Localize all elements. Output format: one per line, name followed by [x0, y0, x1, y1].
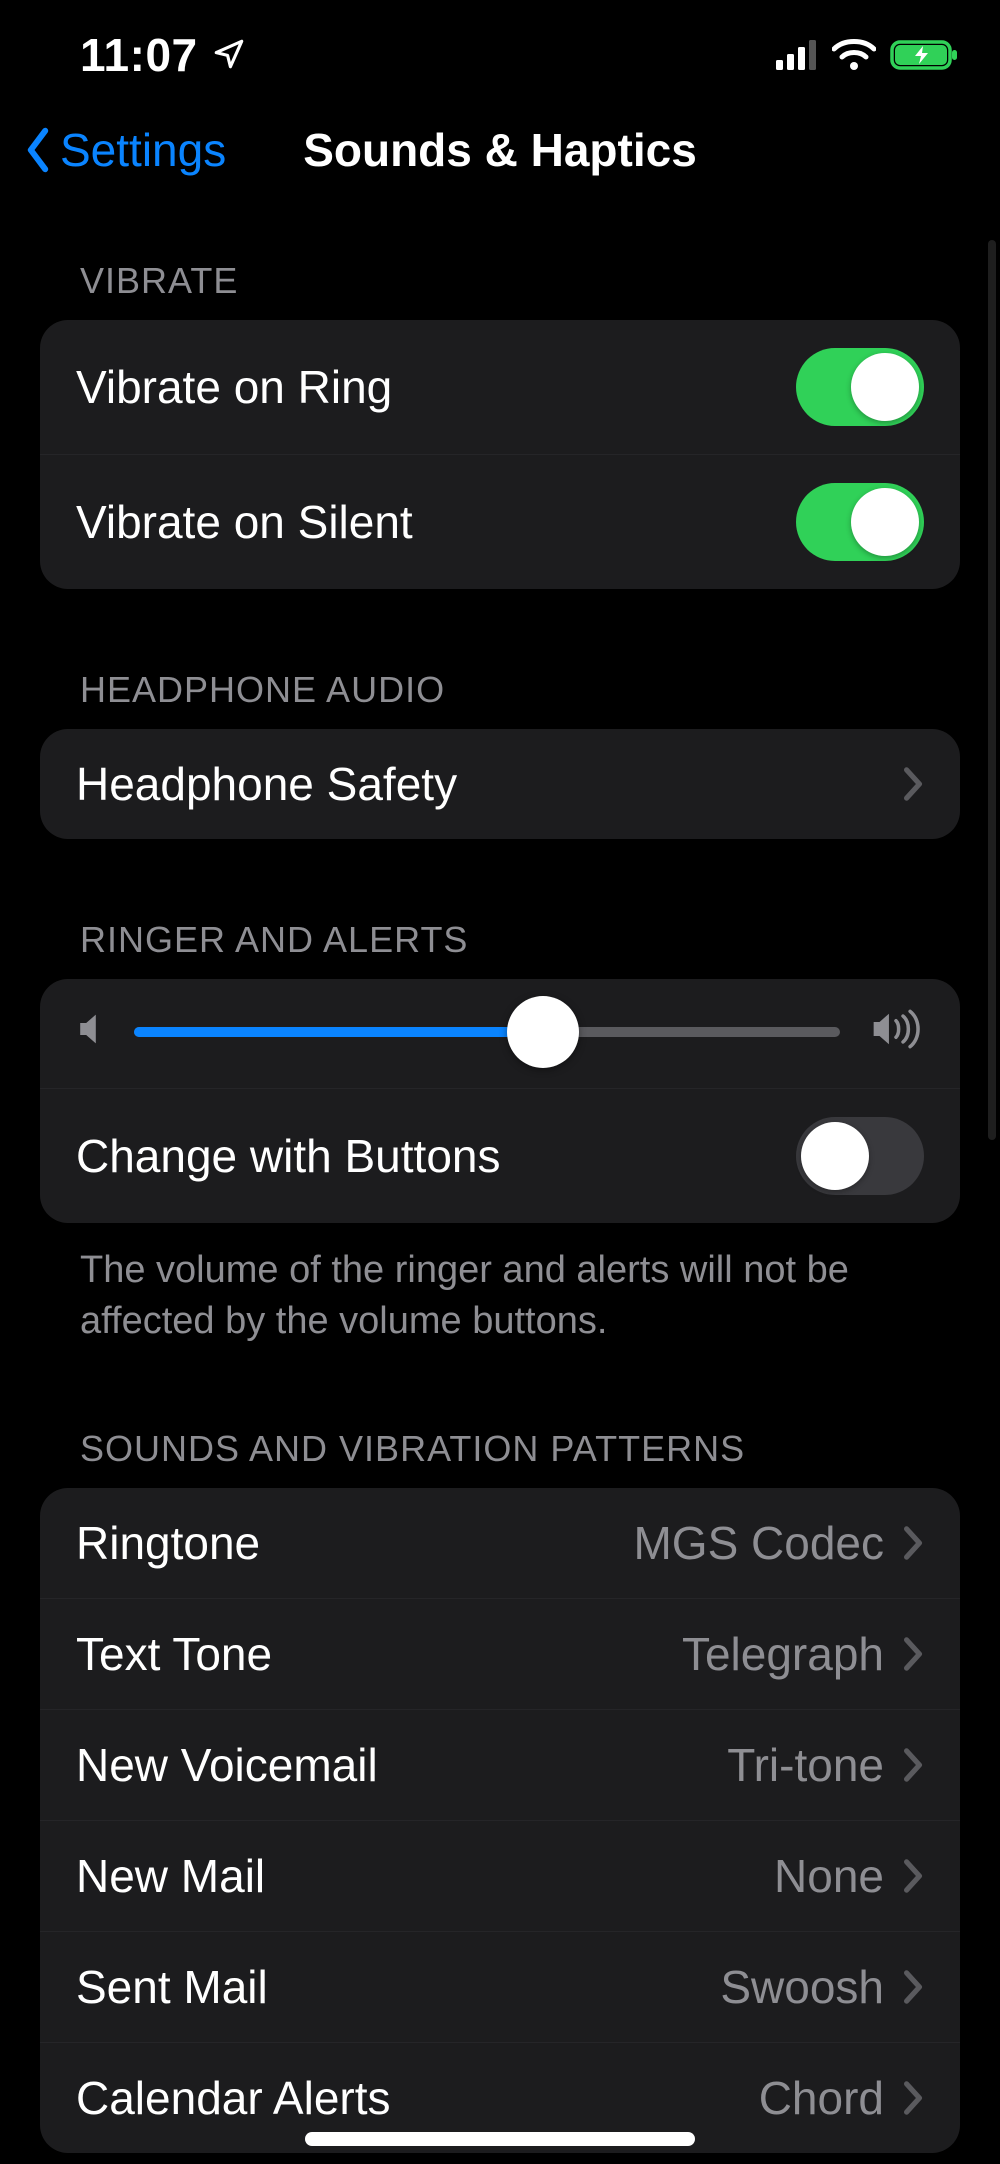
section-header-vibrate: Vibrate: [40, 200, 960, 320]
row-label: Vibrate on Silent: [76, 495, 413, 549]
volume-slider[interactable]: [134, 1027, 840, 1037]
row-label: Ringtone: [76, 1516, 260, 1570]
speaker-low-icon: [76, 1011, 106, 1052]
group-vibrate: Vibrate on Ring Vibrate on Silent: [40, 320, 960, 589]
section-header-sounds: Sounds and Vibration Patterns: [40, 1348, 960, 1488]
row-sound-sent-mail[interactable]: Sent Mail Swoosh: [40, 1931, 960, 2042]
chevron-right-icon: [902, 1525, 924, 1561]
row-value: Chord: [759, 2071, 884, 2125]
wifi-icon: [832, 39, 876, 71]
row-label: Text Tone: [76, 1627, 272, 1681]
location-icon: [212, 28, 246, 82]
row-label: New Voicemail: [76, 1738, 378, 1792]
row-label: New Mail: [76, 1849, 265, 1903]
row-value: MGS Codec: [633, 1516, 884, 1570]
row-change-with-buttons[interactable]: Change with Buttons: [40, 1088, 960, 1223]
chevron-right-icon: [902, 1747, 924, 1783]
row-headphone-safety[interactable]: Headphone Safety: [40, 729, 960, 839]
row-value: Tri-tone: [727, 1738, 884, 1792]
row-sound-text-tone[interactable]: Text Tone Telegraph: [40, 1598, 960, 1709]
chevron-right-icon: [902, 2080, 924, 2116]
row-value: Telegraph: [682, 1627, 884, 1681]
battery-charging-icon: [890, 38, 960, 72]
scroll-indicator[interactable]: [988, 240, 996, 1140]
row-value: Swoosh: [720, 1960, 884, 2014]
chevron-right-icon: [902, 766, 924, 802]
nav-header: Settings Sounds & Haptics: [0, 100, 1000, 200]
back-button[interactable]: Settings: [20, 123, 226, 177]
row-label: Sent Mail: [76, 1960, 268, 2014]
row-sound-new-mail[interactable]: New Mail None: [40, 1820, 960, 1931]
cellular-icon: [776, 40, 818, 70]
row-label: Calendar Alerts: [76, 2071, 391, 2125]
status-left: 11:07: [80, 28, 246, 82]
section-footer-ringer: The volume of the ringer and alerts will…: [40, 1223, 960, 1348]
toggle-change-with-buttons[interactable]: [796, 1117, 924, 1195]
toggle-vibrate-on-ring[interactable]: [796, 348, 924, 426]
group-ringer: Change with Buttons: [40, 979, 960, 1223]
row-ringer-volume: [40, 979, 960, 1088]
status-time: 11:07: [80, 28, 198, 82]
group-headphone: Headphone Safety: [40, 729, 960, 839]
row-sound-ringtone[interactable]: Ringtone MGS Codec: [40, 1488, 960, 1598]
row-label: Vibrate on Ring: [76, 360, 392, 414]
group-sounds: Ringtone MGS Codec Text Tone Telegraph New V…: [40, 1488, 960, 2153]
chevron-right-icon: [902, 1969, 924, 2005]
chevron-right-icon: [902, 1636, 924, 1672]
row-vibrate-on-ring[interactable]: Vibrate on Ring: [40, 320, 960, 454]
section-header-headphone: Headphone Audio: [40, 589, 960, 729]
row-label: Change with Buttons: [76, 1129, 501, 1183]
row-sound-new-voicemail[interactable]: New Voicemail Tri-tone: [40, 1709, 960, 1820]
speaker-high-icon: [868, 1009, 924, 1054]
row-label: Headphone Safety: [76, 757, 457, 811]
chevron-left-icon: [20, 126, 56, 174]
chevron-right-icon: [902, 1858, 924, 1894]
section-header-ringer: Ringer and Alerts: [40, 839, 960, 979]
home-indicator[interactable]: [305, 2132, 695, 2146]
toggle-vibrate-on-silent[interactable]: [796, 483, 924, 561]
slider-thumb[interactable]: [507, 996, 579, 1068]
row-value: None: [774, 1849, 884, 1903]
status-right: [776, 38, 960, 72]
row-vibrate-on-silent[interactable]: Vibrate on Silent: [40, 454, 960, 589]
status-bar: 11:07: [0, 0, 1000, 100]
back-label: Settings: [60, 123, 226, 177]
